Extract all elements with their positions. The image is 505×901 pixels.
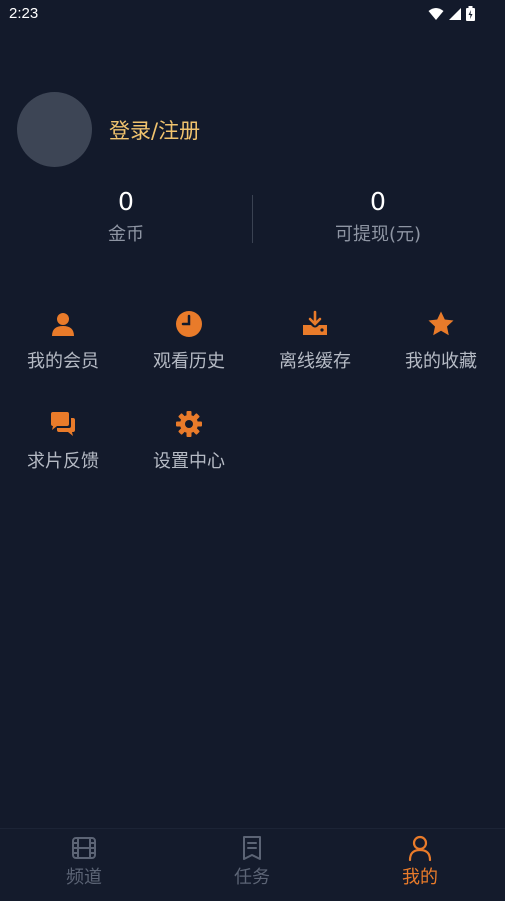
- menu-item-favorites[interactable]: 我的收藏: [378, 310, 504, 373]
- status-icons: [428, 6, 475, 21]
- download-icon: [303, 310, 327, 335]
- gear-icon: [176, 411, 202, 437]
- profile-header[interactable]: 登录/注册: [17, 92, 200, 167]
- withdrawable-stat[interactable]: 0 可提现(元): [252, 185, 504, 248]
- bottom-tab-bar: 频道 任务 我的: [0, 828, 505, 901]
- menu-item-request-feedback[interactable]: 求片反馈: [0, 410, 126, 473]
- coins-stat[interactable]: 0 金币: [0, 185, 252, 248]
- withdrawable-value: 0: [370, 187, 386, 216]
- menu-item-label: 求片反馈: [27, 451, 99, 472]
- clock-icon: [176, 311, 202, 337]
- tab-label: 频道: [66, 867, 102, 888]
- tab-tasks[interactable]: 任务: [168, 835, 336, 889]
- avatar[interactable]: [17, 92, 92, 167]
- tab-mine[interactable]: 我的: [336, 835, 504, 889]
- menu-item-label: 离线缓存: [279, 351, 351, 372]
- status-time: 2:23: [9, 5, 39, 22]
- menu-item-label: 我的收藏: [405, 351, 477, 372]
- menu-item-label: 设置中心: [153, 451, 225, 472]
- tab-channels[interactable]: 频道: [0, 835, 168, 889]
- wifi-icon: [428, 7, 444, 20]
- menu-item-label: 观看历史: [153, 351, 225, 372]
- menu-item-offline-cache[interactable]: 离线缓存: [252, 310, 378, 373]
- signal-icon: [449, 7, 461, 20]
- star-icon: [428, 311, 454, 336]
- stats-panel: 0 金币 0 可提现(元): [0, 185, 505, 255]
- battery-icon: [466, 6, 475, 21]
- tab-label: 我的: [402, 867, 438, 888]
- withdrawable-label: 可提现(元): [334, 224, 422, 245]
- menu-item-label: 我的会员: [27, 351, 99, 372]
- user-icon: [408, 835, 432, 861]
- task-icon: [243, 836, 261, 860]
- status-bar: 2:23: [0, 0, 505, 28]
- menu-item-history[interactable]: 观看历史: [126, 310, 252, 373]
- menu-item-membership[interactable]: 我的会员: [0, 310, 126, 373]
- chat-icon: [51, 412, 75, 436]
- coins-label: 金币: [108, 224, 144, 245]
- login-register-link[interactable]: 登录/注册: [109, 115, 200, 145]
- tab-label: 任务: [234, 867, 270, 888]
- menu-item-settings[interactable]: 设置中心: [126, 410, 252, 473]
- person-icon: [52, 313, 74, 336]
- coins-value: 0: [118, 187, 134, 216]
- film-icon: [72, 837, 96, 859]
